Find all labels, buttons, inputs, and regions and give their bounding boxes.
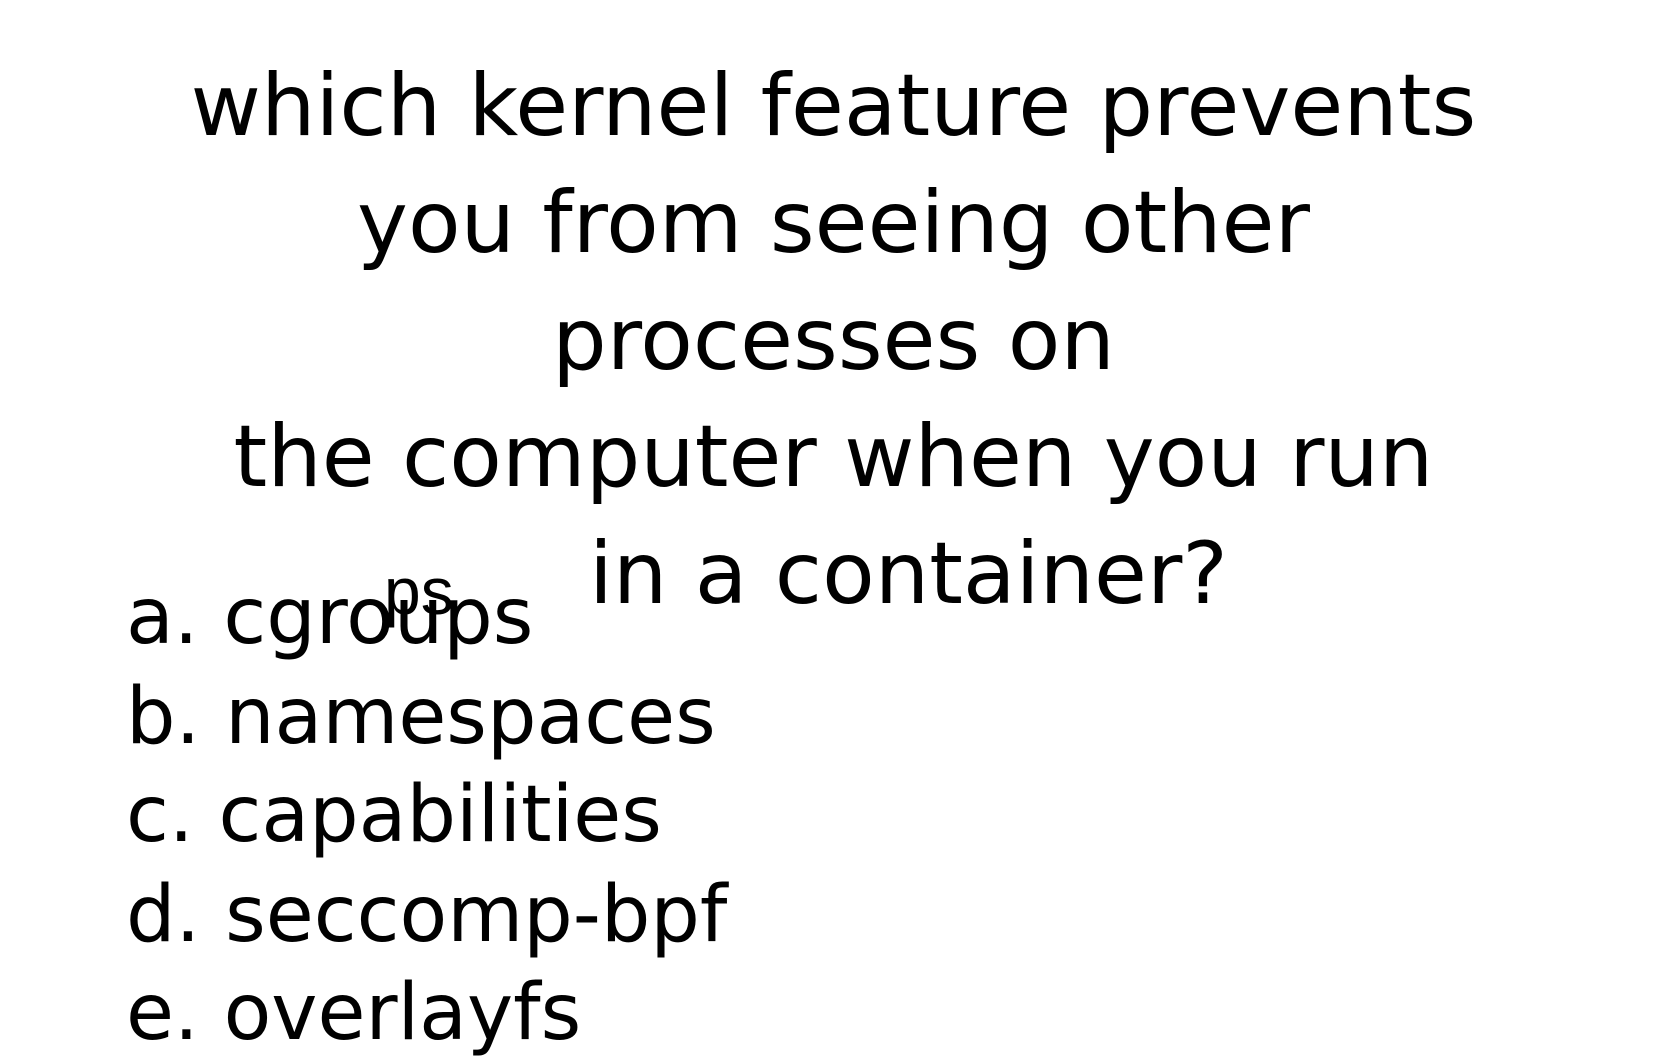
option-e: e. overlayfs [126,968,582,1058]
question-line: the computer when you run [233,407,1434,507]
question-line: which kernel feature prevents [190,56,1477,156]
option-a: a. cgroups [126,572,534,662]
option-c: c. capabilities [126,770,662,860]
option-d: d. seccomp-bpf [126,870,728,960]
question-line: you from seeing other [357,173,1310,273]
question-line: in a container? [589,524,1228,624]
question-line: processes on [552,290,1115,390]
option-b: b. namespaces [126,672,716,762]
